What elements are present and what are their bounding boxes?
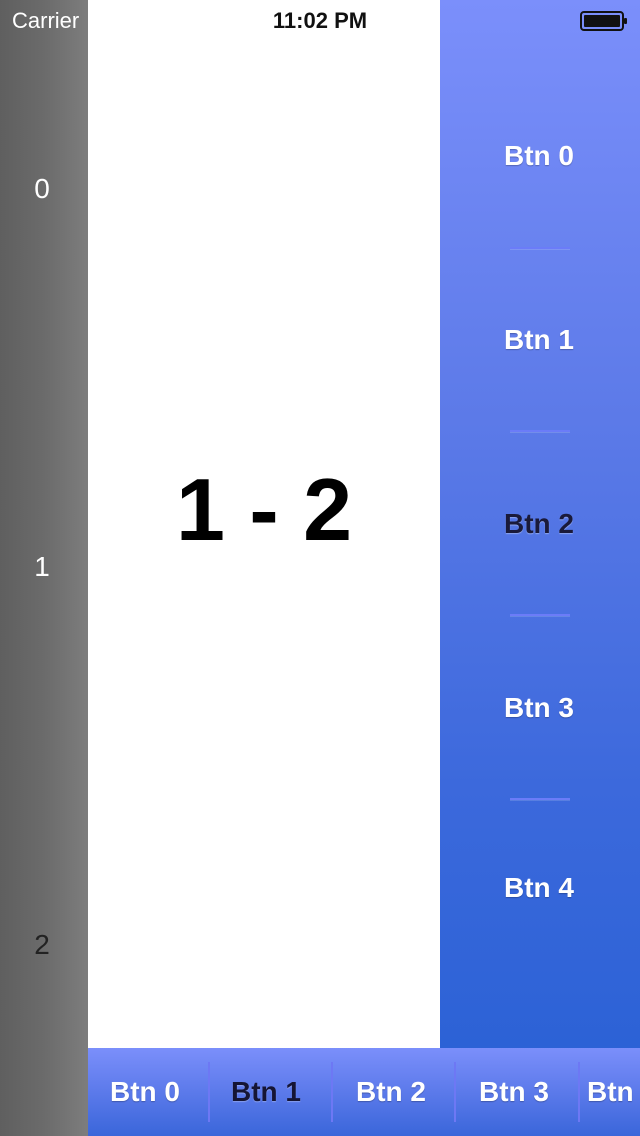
right-separator	[510, 247, 570, 249]
bottom-btn-1[interactable]: Btn 1	[205, 1048, 327, 1136]
right-separator	[510, 614, 570, 616]
carrier-label: Carrier	[12, 8, 80, 33]
right-btn-0[interactable]: Btn 0	[440, 140, 638, 172]
right-btn-1[interactable]: Btn 1	[440, 324, 638, 356]
battery-icon	[580, 10, 628, 32]
bottom-separator	[578, 1062, 580, 1122]
bottom-btn-0[interactable]: Btn 0	[88, 1048, 206, 1136]
wifi-icon	[98, 9, 124, 31]
right-separator	[510, 430, 570, 432]
left-index-strip: 0 1 2	[0, 0, 88, 1136]
bottom-btn-4[interactable]: Btn 4	[587, 1048, 640, 1136]
bottom-button-bar[interactable]: Btn 0 Btn 1 Btn 2 Btn 3 Btn 4	[88, 1048, 640, 1136]
selection-label: 1 - 2	[175, 460, 353, 559]
status-bar: Carrier 11:02 PM	[0, 0, 640, 40]
left-index-item-0[interactable]: 0	[0, 173, 84, 205]
right-btn-4[interactable]: Btn 4	[440, 872, 638, 904]
center-content: 1 - 2	[88, 0, 440, 1048]
right-separator	[510, 798, 570, 800]
left-index-item-2[interactable]: 2	[0, 929, 84, 961]
left-index-item-1[interactable]: 1	[0, 551, 84, 583]
right-btn-2[interactable]: Btn 2	[440, 508, 638, 540]
right-button-column: Btn 0 Btn 1 Btn 2 Btn 3 Btn 4	[440, 0, 640, 1048]
status-time: 11:02 PM	[272, 8, 368, 33]
bottom-btn-2[interactable]: Btn 2	[330, 1048, 452, 1136]
right-btn-3[interactable]: Btn 3	[440, 692, 638, 724]
bottom-btn-3[interactable]: Btn 3	[453, 1048, 575, 1136]
